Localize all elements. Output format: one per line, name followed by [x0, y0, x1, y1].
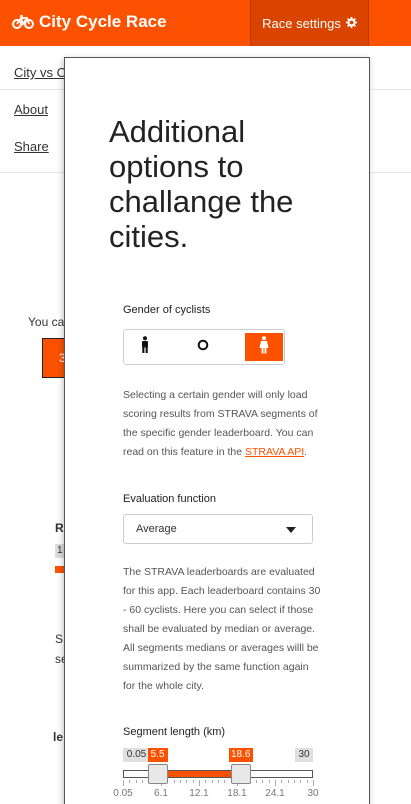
evaluation-selected-value: Average [136, 523, 177, 535]
brand[interactable]: City Cycle Race [12, 12, 167, 32]
slider-high-handle[interactable] [230, 764, 251, 784]
slider-tick [211, 780, 213, 783]
slider-tick [224, 780, 226, 783]
slider-tick [306, 780, 308, 783]
gender-option-all[interactable] [184, 333, 222, 361]
slider-min-badge: 0.05 [123, 748, 150, 762]
slider-scale-label: 6.1 [154, 788, 168, 799]
slider-tick [135, 780, 137, 783]
slider-max-badge: 30 [295, 748, 313, 762]
gender-toggle-group [123, 329, 285, 365]
caret-down-icon [286, 527, 296, 533]
slider-scale-label: 18.1 [227, 788, 247, 799]
male-icon [140, 335, 150, 359]
slider-tick [262, 780, 264, 783]
slider-tick [205, 780, 207, 783]
slider-tick [300, 780, 302, 783]
slider-tick [294, 780, 295, 783]
slider-tick [281, 780, 283, 783]
settings-title: Additional options to challange the citi… [109, 114, 294, 254]
slider-tick [218, 780, 219, 783]
slider-tick [199, 780, 200, 786]
slider-low-value-badge: 5.5 [147, 748, 168, 762]
slider-tick [142, 780, 143, 783]
evaluation-description: The STRAVA leaderboards are evaluated fo… [123, 566, 321, 692]
nav-link-city-vs-city[interactable]: City vs C [14, 65, 66, 80]
slider-tick [192, 780, 194, 783]
gear-icon [345, 16, 357, 31]
female-icon [258, 335, 270, 359]
strava-api-link[interactable]: STRAVA API [245, 446, 304, 458]
segment-length-label: Segment length (km) [123, 726, 226, 738]
slider-scale-label: 30 [307, 788, 319, 799]
gender-option-male[interactable] [126, 333, 164, 361]
slider-tick [123, 780, 124, 786]
nav-link-share[interactable]: Share [14, 139, 49, 154]
gender-option-female[interactable] [245, 333, 283, 361]
background-text: S [55, 632, 64, 646]
slider-tick [287, 780, 289, 783]
slider-scale-label: 24.1 [265, 788, 285, 799]
nav-link-about[interactable]: About [14, 102, 48, 117]
background-text: You car [28, 315, 69, 329]
slider-scale-label: 0.05 [113, 788, 133, 799]
slider-tick [180, 780, 181, 783]
slider-tick [173, 780, 175, 783]
gender-description-end: . [304, 446, 308, 458]
race-settings-button[interactable]: Race settings [250, 0, 369, 46]
slider-tick [313, 780, 314, 786]
brand-title: City Cycle Race [39, 12, 167, 31]
segment-length-slider-range [157, 771, 241, 777]
background-orange-button[interactable]: 3 [42, 338, 66, 378]
slider-scale-label: 12.1 [189, 788, 209, 799]
top-bar: City Cycle Race Race settings [0, 0, 411, 46]
app-page: City Cycle Race Race settings City vs C … [0, 0, 411, 804]
slider-tick [268, 780, 270, 783]
slider-high-value-badge: 18.6 [228, 748, 253, 762]
slider-tick [129, 780, 131, 783]
slider-tick [275, 780, 276, 786]
gender-description: Selecting a certain gender will only loa… [123, 386, 323, 462]
background-heading: R [55, 521, 64, 535]
slider-low-handle[interactable] [147, 764, 168, 784]
background-text: le [53, 730, 64, 744]
background-badge-text: 1 [57, 545, 63, 556]
bicycle-icon [12, 15, 34, 29]
gender-label: Gender of cyclists [123, 304, 211, 316]
slider-tick [256, 780, 257, 783]
settings-panel: Additional options to challange the citi… [64, 57, 370, 804]
slider-tick [186, 780, 188, 783]
evaluation-label: Evaluation function [123, 493, 216, 505]
evaluation-select[interactable]: Average [123, 514, 313, 544]
race-settings-label: Race settings [262, 15, 341, 31]
circle-icon [197, 338, 209, 356]
